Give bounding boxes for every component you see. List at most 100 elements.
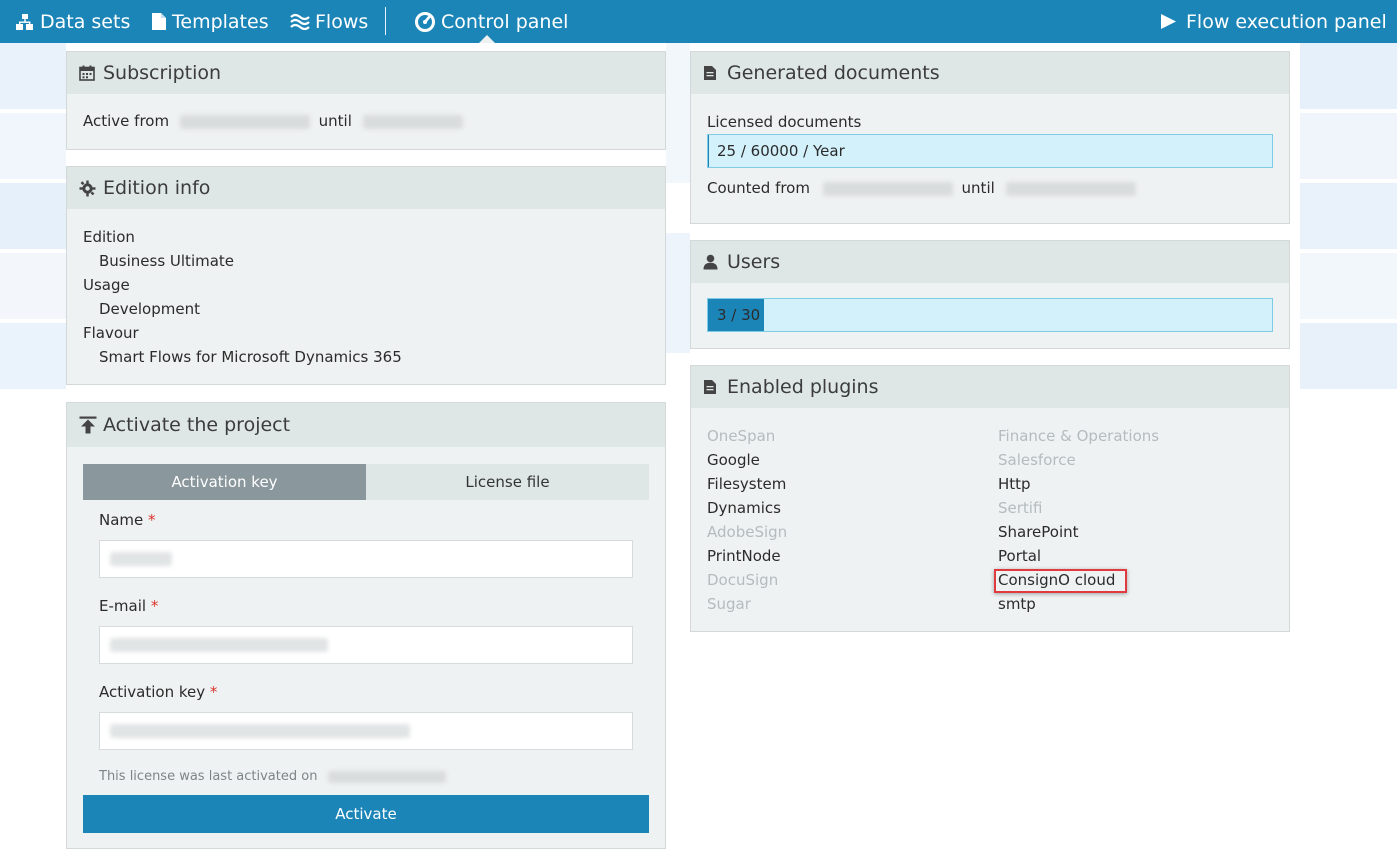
edition-info-title: Edition info: [103, 177, 211, 199]
nav-templates-label: Templates: [172, 10, 269, 33]
upload-icon: [79, 416, 99, 434]
generated-documents-header: Generated documents: [691, 52, 1289, 94]
gauge-icon: [414, 11, 436, 33]
counted-until-label: until: [961, 179, 995, 197]
document-icon: [703, 65, 723, 81]
nav-flow-execution-label: Flow execution panel: [1186, 10, 1387, 33]
edition-label: Edition: [83, 228, 135, 246]
file-icon: [151, 12, 167, 31]
tab-activation-key[interactable]: Activation key: [83, 464, 366, 500]
plugin-item: Finance & Operations: [998, 427, 1160, 445]
last-activated-text: This license was last activated on: [99, 769, 318, 784]
usage-value: Development: [99, 300, 200, 318]
plugin-item: Salesforce: [998, 451, 1076, 469]
email-input[interactable]: [99, 626, 633, 664]
activate-project-title: Activate the project: [103, 414, 291, 436]
subscription-panel: Subscription Active from until: [66, 51, 666, 150]
plugin-item: Filesystem: [707, 475, 787, 493]
subscription-header: Subscription: [67, 52, 665, 94]
plugin-item: Sugar: [707, 595, 751, 613]
licensed-documents-label: Licensed documents: [707, 113, 862, 131]
users-count: 3 / 30: [717, 306, 761, 324]
activate-project-header: Activate the project: [67, 403, 665, 447]
nav-control-panel-label: Control panel: [441, 10, 569, 33]
name-input[interactable]: [99, 540, 633, 578]
counted-from-label: Counted from: [707, 179, 810, 197]
users-progress: 3 / 30: [707, 298, 1273, 332]
activation-key-input[interactable]: [99, 712, 633, 750]
nav-flows[interactable]: Flows: [290, 0, 368, 43]
tab-license-file[interactable]: License file: [366, 464, 649, 500]
redacted-counted-end: [1005, 181, 1136, 196]
required-mark: *: [150, 597, 159, 615]
nav-data-sets[interactable]: Data sets: [15, 0, 130, 43]
activate-button[interactable]: Activate: [83, 795, 649, 833]
usage-label: Usage: [83, 276, 130, 294]
plugin-item: Google: [707, 451, 760, 469]
required-mark: *: [209, 683, 218, 701]
tab-activation-key-label: Activation key: [171, 473, 278, 491]
counted-from-line: Counted from until: [707, 179, 1136, 197]
highlight-box-consigno: [994, 569, 1127, 593]
plugin-item: OneSpan: [707, 427, 776, 445]
redacted-email-value: [110, 638, 328, 652]
nav-flow-execution-panel[interactable]: Flow execution panel: [1160, 0, 1387, 43]
redacted-activation-key-value: [110, 724, 410, 738]
activate-project-panel: Activate the project Activation key Lice…: [66, 402, 666, 849]
edition-info-header: Edition info: [67, 167, 665, 209]
licensed-documents-progress: 25 / 60000 / Year: [707, 134, 1273, 168]
generated-documents-panel: Generated documents Licensed documents 2…: [690, 51, 1290, 224]
edition-info-panel: Edition info Edition Business Ultimate U…: [66, 166, 666, 385]
plugin-item: Http: [998, 475, 1031, 493]
activation-key-label-text: Activation key: [99, 683, 206, 701]
licensed-documents-value: 25 / 60000 / Year: [717, 142, 845, 160]
plugin-item: DocuSign: [707, 571, 779, 589]
active-from-label: Active from: [83, 112, 170, 130]
subscription-title: Subscription: [103, 62, 222, 84]
enabled-plugins-header: Enabled plugins: [691, 366, 1289, 408]
redacted-activation-date: [327, 770, 446, 783]
activate-button-label: Activate: [335, 805, 397, 823]
user-icon: [703, 254, 723, 270]
plugin-item: SharePoint: [998, 523, 1079, 541]
flavour-label: Flavour: [83, 324, 139, 342]
edition-value: Business Ultimate: [99, 252, 235, 270]
plugin-item: Sertifi: [998, 499, 1043, 517]
flavour-value: Smart Flows for Microsoft Dynamics 365: [99, 348, 402, 366]
document-icon: [703, 379, 723, 395]
redacted-start-date: [179, 114, 310, 129]
until-label: until: [318, 112, 352, 130]
users-panel: Users 3 / 30: [690, 240, 1290, 349]
nav-data-sets-label: Data sets: [40, 10, 131, 33]
enabled-plugins-panel: Enabled plugins OneSpan Google Filesyste…: [690, 365, 1290, 632]
tab-license-file-label: License file: [465, 473, 550, 491]
plugin-item: AdobeSign: [707, 523, 788, 541]
nav-flows-label: Flows: [315, 10, 369, 33]
puzzle-gear-icon: [79, 180, 99, 197]
plugin-item: Portal: [998, 547, 1042, 565]
users-title: Users: [727, 251, 781, 273]
activation-key-field-label: Activation key *: [99, 683, 217, 701]
email-field-label: E-mail *: [99, 597, 158, 615]
last-activated-line: This license was last activated on: [99, 769, 446, 784]
nav-templates[interactable]: Templates: [151, 0, 269, 43]
redacted-end-date: [362, 114, 463, 129]
enabled-plugins-title: Enabled plugins: [727, 376, 879, 398]
nav-divider: [385, 7, 386, 35]
plugin-item: Dynamics: [707, 499, 781, 517]
name-field-label: Name *: [99, 511, 156, 529]
email-label-text: E-mail: [99, 597, 147, 615]
play-icon: [1160, 13, 1177, 30]
subscription-active-line: Active from until: [83, 112, 463, 130]
redacted-name-value: [110, 552, 172, 566]
users-header: Users: [691, 241, 1289, 283]
name-label-text: Name: [99, 511, 144, 529]
waves-icon: [290, 13, 310, 31]
active-tab-caret: [479, 35, 495, 43]
required-mark: *: [148, 511, 156, 529]
plugin-item: PrintNode: [707, 547, 781, 565]
redacted-counted-start: [822, 181, 953, 196]
plugin-item: smtp: [998, 595, 1036, 613]
generated-documents-title: Generated documents: [727, 62, 940, 84]
sitemap-icon: [15, 13, 35, 31]
